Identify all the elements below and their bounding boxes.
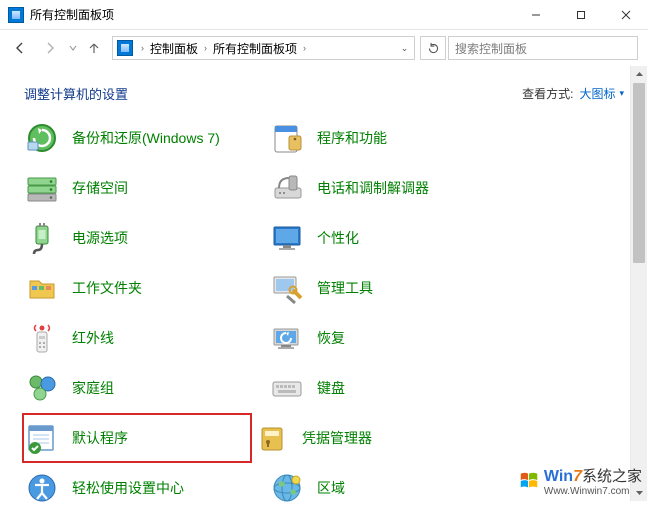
item-programs-features[interactable]: 程序和功能 <box>267 113 512 163</box>
credential-manager-icon <box>254 420 290 456</box>
breadcrumb-segment[interactable]: 控制面板 <box>148 40 200 57</box>
window-title: 所有控制面板项 <box>30 6 513 23</box>
item-phone-modem[interactable]: 电话和调制解调器 <box>267 163 512 213</box>
infrared-icon <box>24 320 60 356</box>
backup-restore-icon <box>24 120 60 156</box>
work-folders-icon <box>24 270 60 306</box>
titlebar: 所有控制面板项 <box>0 0 648 30</box>
maximize-button[interactable] <box>558 0 603 29</box>
chevron-right-icon[interactable]: › <box>200 43 211 53</box>
chevron-right-icon[interactable]: › <box>299 43 310 53</box>
phone-modem-icon <box>269 170 305 206</box>
search-placeholder: 搜索控制面板 <box>455 40 527 57</box>
close-button[interactable] <box>603 0 648 29</box>
item-credential-manager[interactable]: 凭据管理器 <box>252 413 497 463</box>
chevron-right-icon[interactable]: › <box>137 43 148 53</box>
admin-tools-icon <box>269 270 305 306</box>
back-button[interactable] <box>6 34 34 62</box>
item-recovery[interactable]: 恢复 <box>267 313 512 363</box>
address-bar[interactable]: › 控制面板 › 所有控制面板项 › ⌄ <box>112 36 415 60</box>
scroll-track[interactable] <box>631 83 647 484</box>
storage-spaces-icon <box>24 170 60 206</box>
address-icon <box>117 40 133 56</box>
page-title: 调整计算机的设置 <box>24 84 128 103</box>
programs-features-icon <box>269 120 305 156</box>
item-region[interactable]: 区域 <box>267 463 512 513</box>
recovery-icon <box>269 320 305 356</box>
scroll-thumb[interactable] <box>633 83 645 263</box>
content-area: 调整计算机的设置 查看方式: 大图标 ▾ 备份和还原(Windows 7) 程序… <box>0 66 648 501</box>
item-backup-restore[interactable]: 备份和还原(Windows 7) <box>22 113 267 163</box>
view-by-value[interactable]: 大图标 <box>579 85 615 102</box>
item-admin-tools[interactable]: 管理工具 <box>267 263 512 313</box>
item-work-folders[interactable]: 工作文件夹 <box>22 263 267 313</box>
personalization-icon <box>269 220 305 256</box>
item-homegroup[interactable]: 家庭组 <box>22 363 267 413</box>
default-programs-icon <box>24 420 60 456</box>
history-dropdown[interactable] <box>66 44 80 52</box>
item-storage-spaces[interactable]: 存储空间 <box>22 163 267 213</box>
vertical-scrollbar[interactable] <box>630 66 647 501</box>
item-ease-of-access[interactable]: 轻松使用设置中心 <box>22 463 267 513</box>
navbar: › 控制面板 › 所有控制面板项 › ⌄ 搜索控制面板 <box>0 30 648 66</box>
window-controls <box>513 0 648 29</box>
homegroup-icon <box>24 370 60 406</box>
scroll-up-button[interactable] <box>631 66 647 83</box>
item-infrared[interactable]: 红外线 <box>22 313 267 363</box>
keyboard-icon <box>269 370 305 406</box>
items-grid: 备份和还原(Windows 7) 程序和功能 存储空间 电话和调制解调器 电源选… <box>0 113 648 523</box>
item-personalization[interactable]: 个性化 <box>267 213 512 263</box>
item-power-options[interactable]: 电源选项 <box>22 213 267 263</box>
search-input[interactable]: 搜索控制面板 <box>448 36 638 60</box>
control-panel-icon <box>8 7 24 23</box>
up-button[interactable] <box>82 36 106 60</box>
view-by-label: 查看方式: <box>522 85 573 102</box>
item-default-programs[interactable]: 默认程序 <box>22 413 252 463</box>
heading-row: 调整计算机的设置 查看方式: 大图标 ▾ <box>0 66 648 113</box>
chevron-down-icon[interactable]: ▾ <box>619 88 624 99</box>
refresh-button[interactable] <box>420 36 446 60</box>
breadcrumb-segment[interactable]: 所有控制面板项 <box>211 40 299 57</box>
forward-button[interactable] <box>36 34 64 62</box>
scroll-down-button[interactable] <box>631 484 647 501</box>
power-options-icon <box>24 220 60 256</box>
item-keyboard[interactable]: 键盘 <box>267 363 512 413</box>
minimize-button[interactable] <box>513 0 558 29</box>
address-dropdown[interactable]: ⌄ <box>396 43 414 54</box>
